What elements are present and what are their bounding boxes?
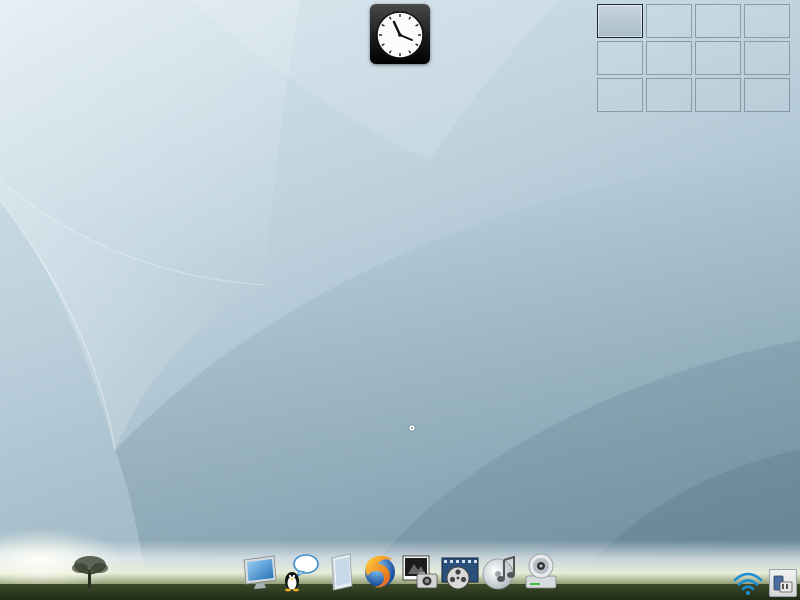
workspace-pager[interactable] <box>597 4 795 115</box>
workspace-11[interactable] <box>695 78 741 112</box>
workspace-8[interactable] <box>744 41 790 75</box>
cursor-icon <box>408 424 416 432</box>
dock <box>236 550 566 596</box>
desktop[interactable] <box>0 0 800 600</box>
workspace-3[interactable] <box>695 4 741 38</box>
workspace-4[interactable] <box>744 4 790 38</box>
dvd-drive-icon[interactable] <box>522 552 562 592</box>
workspace-6[interactable] <box>646 41 692 75</box>
workspace-12[interactable] <box>744 78 790 112</box>
clock-widget[interactable] <box>370 4 430 64</box>
tree-icon <box>72 556 108 588</box>
firefox-browser-icon[interactable] <box>360 552 400 592</box>
device-manager-icon[interactable] <box>769 569 797 597</box>
computer-monitor-icon[interactable] <box>240 552 280 592</box>
music-note-icon[interactable] <box>480 552 520 592</box>
film-reel-icon[interactable] <box>440 552 480 592</box>
workspace-2[interactable] <box>646 4 692 38</box>
penguin-chat-icon[interactable] <box>280 552 320 592</box>
workspace-1[interactable] <box>597 4 643 38</box>
photo-camera-icon[interactable] <box>400 552 440 592</box>
workspace-9[interactable] <box>597 78 643 112</box>
workspace-7[interactable] <box>695 41 741 75</box>
workspace-5[interactable] <box>597 41 643 75</box>
analog-clock-icon <box>376 11 424 59</box>
wifi-icon[interactable] <box>733 570 763 596</box>
file-manager-icon[interactable] <box>322 552 362 592</box>
workspace-10[interactable] <box>646 78 692 112</box>
